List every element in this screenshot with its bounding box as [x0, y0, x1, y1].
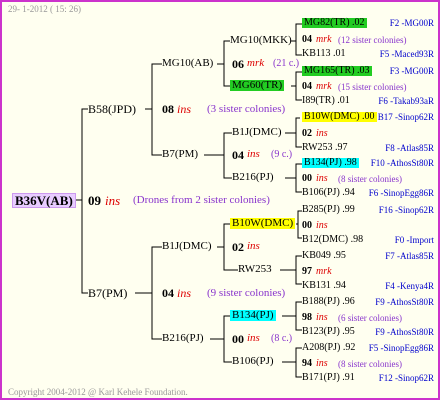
- row-id: 00: [302, 173, 312, 184]
- root-gen: 09: [88, 193, 101, 208]
- sds-node: B1J(DMC): [232, 126, 282, 138]
- row-origin: F8 -Atlas85R: [385, 143, 434, 153]
- row-id: B123(PJ) .95: [302, 326, 355, 337]
- row-origin: F12 -Sinop62R: [378, 373, 434, 383]
- row-ins: mrk: [316, 34, 332, 45]
- dam-ins: ins: [177, 286, 192, 300]
- row-origin: F6 -SinopEgg86R: [368, 188, 434, 198]
- row-id: 04: [302, 34, 312, 45]
- ss-ins: mrk: [247, 57, 265, 69]
- row-ins: ins: [316, 173, 328, 184]
- row-origin: F9 -AthosSt80R: [375, 297, 434, 307]
- row-origin: F16 -Sinop62R: [378, 205, 434, 215]
- row-id: KB131 .94: [302, 280, 346, 291]
- row-id: 02: [302, 128, 312, 139]
- row-id: RW253 .97: [302, 142, 348, 153]
- dds-node: B134(PJ): [230, 309, 276, 321]
- row-ins: mrk: [316, 81, 332, 92]
- sire-node: B58(JPD): [88, 102, 137, 116]
- row-ins: mrk: [316, 266, 332, 277]
- row-origin: F9 -AthosSt80R: [375, 327, 434, 337]
- row-id: B285(PJ) .99: [302, 204, 355, 215]
- row-id: KB113 .01: [302, 48, 346, 59]
- row-origin: F6 -Takab93aR: [378, 96, 434, 106]
- ss-gen: 06: [232, 57, 244, 71]
- sire-note: (3 sister colonies): [207, 103, 286, 115]
- ss-note: (21 c.): [273, 58, 300, 69]
- sire-gen: 08: [162, 102, 174, 116]
- row-id: B106(PJ) .94: [302, 187, 355, 198]
- dam-node: B7(PM): [88, 286, 128, 300]
- row-id: B134(PJ) .98: [302, 157, 359, 168]
- header-date: 29- 1-2012 ( 15: 26): [8, 4, 81, 14]
- row-ins: ins: [316, 358, 328, 369]
- sss-node: MG10(MKK): [230, 34, 292, 46]
- row-id: 97: [302, 266, 312, 277]
- sd-ins: ins: [247, 148, 260, 160]
- dd-node: B216(PJ): [162, 332, 204, 344]
- row-note: (8 sister colonies): [338, 359, 402, 369]
- row-id: KB049 .95: [302, 250, 346, 261]
- row-origin: F2 -MG00R: [389, 18, 434, 28]
- row-note: (12 sister colonies): [338, 35, 407, 45]
- row-origin: B17 -Sinop62R: [377, 112, 434, 122]
- row-id: B10W(DMC) .00: [302, 111, 377, 122]
- footer-copyright: Copyright 2004-2012 @ Karl Kehele Founda…: [8, 387, 188, 397]
- dd-note: (8 c.): [271, 333, 293, 344]
- row-id: 00: [302, 220, 312, 231]
- row-id: I89(TR) .01: [302, 95, 350, 106]
- pedigree-frame: 29- 1-2012 ( 15: 26) B36V(AB) 09 ins (Dr…: [0, 0, 440, 400]
- row-origin: F5 -Maced93R: [379, 49, 434, 59]
- ds-node: B1J(DMC): [162, 240, 212, 252]
- sd-note: (9 c.): [271, 149, 293, 160]
- ssd-node: MG60(TR): [230, 79, 285, 91]
- ds-ins: ins: [247, 240, 260, 252]
- dd-ins: ins: [247, 332, 260, 344]
- row-ins: ins: [316, 312, 328, 323]
- dd-gen: 00: [232, 332, 244, 346]
- sd-node: B7(PM): [162, 148, 199, 160]
- ddd-node: B106(PJ): [232, 355, 274, 367]
- row-note: (8 sister colonies): [338, 174, 402, 184]
- sire-ins: ins: [177, 102, 192, 116]
- dss-node: B10W(DMC): [230, 217, 296, 229]
- row-id: B12(DMC) .98: [302, 234, 364, 245]
- row-id: B188(PJ) .96: [302, 296, 355, 307]
- dam-gen: 04: [162, 286, 174, 300]
- row-origin: F7 -Atlas85R: [385, 251, 434, 261]
- row-origin: F0 -Import: [394, 235, 434, 245]
- dsd-node: RW253: [238, 263, 272, 275]
- row-origin: F5 -SinopEgg86R: [368, 343, 434, 353]
- row-id: A208(PJ) .92: [302, 342, 356, 353]
- row-ins: ins: [316, 220, 328, 231]
- ds-gen: 02: [232, 240, 244, 254]
- row-id: 04: [302, 81, 312, 92]
- row-origin: F4 -Kenya4R: [385, 281, 434, 291]
- row-id: B171(PJ) .91: [302, 372, 355, 383]
- row-id: 98: [302, 312, 312, 323]
- root-node: B36V(AB): [12, 193, 76, 208]
- row-id: MG165(TR) .03: [302, 65, 372, 76]
- dam-note: (9 sister colonies): [207, 287, 286, 299]
- row-note: (6 sister colonies): [338, 313, 402, 323]
- row-id: 94: [302, 358, 312, 369]
- row-origin: F3 -MG00R: [389, 66, 434, 76]
- row-id: MG82(TR) .02: [302, 17, 367, 28]
- root-ins: ins: [105, 193, 121, 208]
- root-note: (Drones from 2 sister colonies): [133, 194, 270, 206]
- row-ins: ins: [316, 128, 328, 139]
- sd-gen: 04: [232, 148, 244, 162]
- row-origin: F10 -AthosSt80R: [370, 158, 434, 168]
- sdd-node: B216(PJ): [232, 171, 274, 183]
- ss-node: MG10(AB): [162, 57, 214, 69]
- row-note: (15 sister colonies): [338, 82, 407, 92]
